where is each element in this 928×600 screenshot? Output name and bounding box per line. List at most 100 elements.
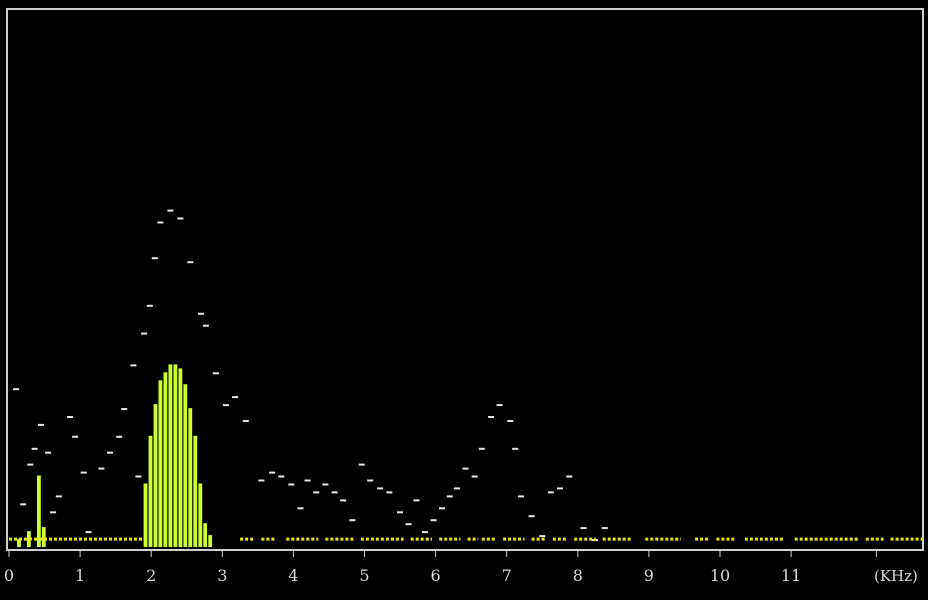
level-bar-14: [193, 435, 198, 547]
peak-hold-mark-46: [397, 511, 403, 514]
peak-hold-mark-56: [478, 447, 485, 450]
peak-hold-mark-52: [446, 495, 453, 498]
peak-hold-mark-25: [198, 312, 204, 315]
peak-hold-mark-64: [547, 491, 554, 494]
level-bar-13: [188, 408, 193, 547]
peak-hold-mark-30: [242, 420, 249, 422]
x-tick-label-3: 3: [217, 566, 227, 585]
level-bar-15: [198, 483, 203, 547]
peak-hold-mark-5: [45, 451, 52, 454]
peak-hold-mark-48: [413, 499, 420, 502]
level-bar-11: [178, 368, 183, 547]
peak-hold-mark-16: [130, 364, 137, 367]
level-bar-17: [208, 535, 213, 547]
peak-hold-mark-37: [313, 491, 320, 494]
peak-hold-mark-23: [177, 217, 184, 220]
peak-hold-mark-12: [98, 467, 105, 470]
peak-hold-mark-57: [488, 416, 495, 418]
peak-hold-mark-1: [20, 503, 27, 506]
peak-hold-mark-55: [471, 475, 478, 478]
peak-hold-mark-69: [601, 527, 608, 530]
level-bars-layer: [17, 364, 213, 547]
peak-hold-mark-22: [167, 209, 174, 212]
peak-hold-mark-14: [116, 435, 123, 438]
level-bar-16: [203, 523, 208, 547]
x-tick-label-4: 4: [288, 566, 298, 585]
peak-hold-mark-45: [386, 491, 393, 494]
x-axis-unit-label: (KHz): [874, 567, 918, 585]
peak-hold-mark-29: [232, 396, 239, 399]
peak-hold-mark-62: [528, 515, 535, 518]
peak-hold-mark-59: [507, 420, 514, 422]
peak-hold-mark-0: [13, 388, 20, 391]
peak-hold-mark-47: [405, 523, 412, 526]
level-bar-3: [41, 527, 46, 547]
peak-hold-mark-33: [278, 475, 285, 478]
x-tick-label-10: 10: [710, 566, 730, 585]
peak-hold-mark-32: [269, 471, 276, 474]
level-bar-5: [148, 435, 153, 547]
level-bar-4: [143, 483, 148, 547]
level-bar-12: [183, 384, 188, 547]
peak-hold-mark-49: [421, 531, 428, 534]
peak-hold-mark-65: [557, 487, 563, 490]
peak-hold-mark-11: [85, 531, 92, 534]
level-bar-7: [158, 380, 163, 547]
peak-hold-mark-10: [80, 471, 87, 474]
x-tick-label-2: 2: [146, 566, 156, 585]
peak-hold-mark-3: [31, 447, 38, 450]
peak-hold-mark-58: [496, 404, 503, 407]
peak-hold-mark-36: [304, 479, 311, 482]
peak-hold-mark-18: [141, 332, 148, 335]
x-tick-label-7: 7: [502, 566, 512, 585]
x-tick-label-8: 8: [573, 566, 583, 585]
peak-hold-mark-53: [453, 487, 460, 490]
peak-hold-mark-40: [340, 499, 347, 502]
level-bar-10: [173, 364, 178, 547]
peak-hold-mark-24: [187, 261, 194, 264]
peak-hold-mark-60: [512, 447, 519, 450]
peak-hold-mark-21: [157, 221, 164, 224]
peak-hold-mark-28: [222, 404, 229, 407]
level-bar-6: [153, 404, 158, 547]
peak-hold-mark-17: [135, 475, 142, 478]
peak-hold-mark-66: [566, 475, 573, 478]
level-bar-8: [163, 372, 168, 547]
peak-hold-mark-34: [288, 483, 295, 486]
spectrum-analyzer: 0 1 2 3 4 5 6 7 8 9 10 11 (KHz): [4, 8, 924, 585]
peak-hold-mark-63: [539, 535, 546, 538]
peak-hold-mark-19: [146, 304, 153, 307]
peak-hold-mark-9: [72, 435, 79, 438]
peak-hold-mark-44: [377, 487, 384, 490]
peak-hold-mark-8: [67, 416, 74, 418]
peak-hold-mark-2: [27, 463, 34, 466]
x-tick-label-1: 1: [75, 566, 85, 585]
x-tick-label-9: 9: [644, 566, 654, 585]
peak-hold-mark-61: [517, 495, 524, 498]
peak-hold-mark-4: [38, 423, 44, 426]
level-bar-2: [37, 475, 41, 547]
peak-hold-mark-51: [439, 507, 445, 510]
peak-hold-mark-41: [349, 519, 356, 522]
peak-hold-mark-43: [367, 479, 374, 482]
peak-hold-mark-35: [297, 507, 304, 510]
peak-hold-mark-50: [430, 519, 437, 522]
level-bar-9: [168, 364, 173, 547]
peak-hold-mark-6: [50, 511, 57, 514]
peak-hold-mark-26: [202, 324, 209, 327]
peak-hold-mark-31: [258, 479, 265, 482]
peak-hold-mark-67: [580, 527, 587, 530]
x-tick-label-0: 0: [4, 566, 14, 585]
x-axis-ticks: 0 1 2 3 4 5 6 7 8 9 10 11: [4, 550, 877, 585]
peak-hold-mark-42: [358, 463, 365, 466]
peak-hold-mark-39: [331, 491, 338, 494]
peak-hold-mark-27: [212, 372, 219, 375]
peak-hold-mark-38: [322, 483, 329, 486]
peak-hold-mark-54: [462, 467, 469, 470]
x-tick-label-5: 5: [359, 566, 369, 585]
x-tick-label-11: 11: [781, 566, 801, 585]
peak-hold-mark-20: [151, 257, 158, 260]
peak-hold-layer: [13, 209, 608, 542]
x-tick-label-6: 6: [431, 566, 441, 585]
peak-hold-mark-7: [55, 495, 62, 498]
